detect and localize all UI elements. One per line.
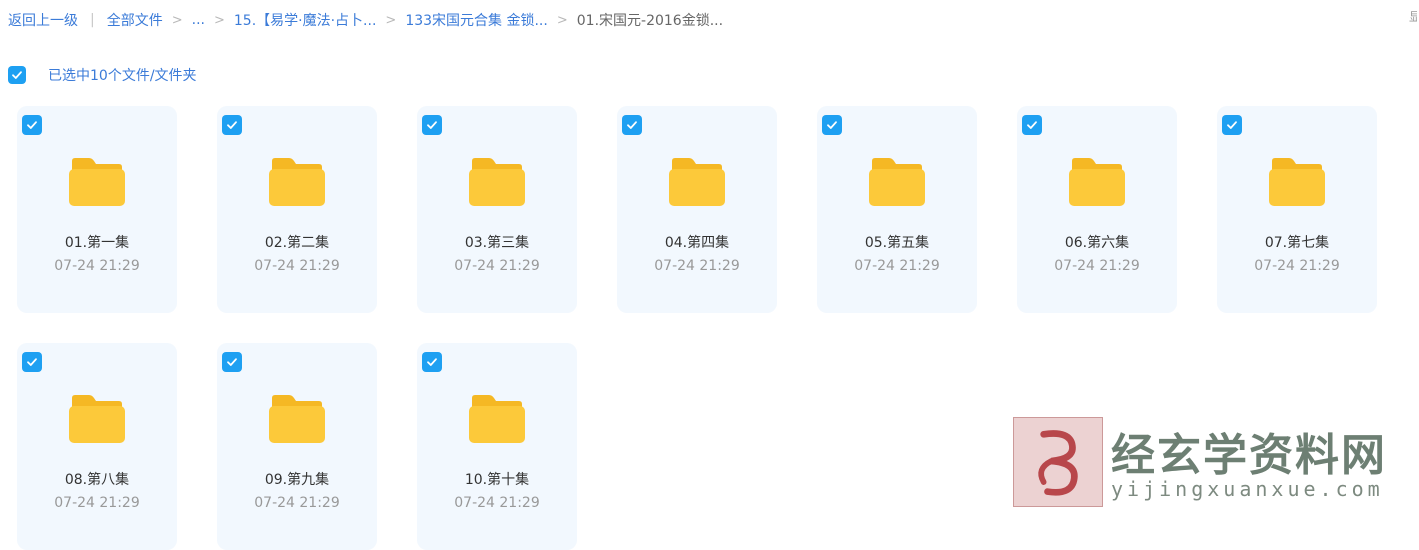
folder-icon [869,158,925,206]
breadcrumb-all-files[interactable]: 全部文件 [107,10,163,30]
folder-date: 07-24 21:29 [454,495,540,511]
folder-card[interactable]: 08.第八集 07-24 21:29 [17,343,177,550]
breadcrumb-ellipsis[interactable]: ... [192,12,205,28]
check-icon [12,71,22,79]
folder-icon [469,395,525,443]
folder-date: 07-24 21:29 [54,258,140,274]
folder-name[interactable]: 07.第七集 [1217,232,1377,252]
folder-name[interactable]: 09.第九集 [217,469,377,489]
chevron-right-icon: > [213,12,225,28]
folder-date: 07-24 21:29 [1254,258,1340,274]
check-icon [27,358,37,366]
folder-icon [269,158,325,206]
selection-count-label: 已选中10个文件/文件夹 [48,68,197,84]
watermark-title: 经玄学资料网 [1111,430,1387,481]
breadcrumb-current: 01.宋国元-2016金锁... [576,13,724,29]
folder-icon [69,158,125,206]
folder-card[interactable]: 10.第十集 07-24 21:29 [417,343,577,550]
watermark: 经玄学资料网 yijingxuanxue.com [1013,417,1403,507]
folder-icon [69,395,125,443]
selection-bar: 已选中10个文件/文件夹 [8,64,197,86]
folder-card[interactable]: 07.第七集 07-24 21:29 [1217,106,1377,313]
folder-name[interactable]: 06.第六集 [1017,232,1177,252]
breadcrumb-level1[interactable]: 15.【易学·魔法·占卜... [234,10,377,30]
select-all-checkbox[interactable] [8,66,26,84]
yi-seal-icon [1038,430,1078,496]
folder-name[interactable]: 01.第一集 [17,232,177,252]
folder-icon [1269,158,1325,206]
folder-checkbox[interactable] [422,115,442,135]
check-icon [227,358,237,366]
folder-card[interactable]: 03.第三集 07-24 21:29 [417,106,577,313]
watermark-url: yijingxuanxue.com [1111,477,1384,501]
check-icon [1027,121,1037,129]
folder-checkbox[interactable] [1222,115,1242,135]
folder-icon [269,395,325,443]
folder-name[interactable]: 08.第八集 [17,469,177,489]
breadcrumb-level2[interactable]: 133宋国元合集 金锁... [405,10,548,30]
folder-checkbox[interactable] [22,115,42,135]
folder-date: 07-24 21:29 [854,258,940,274]
folder-date: 07-24 21:29 [454,258,540,274]
folder-icon [669,158,725,206]
folder-name[interactable]: 03.第三集 [417,232,577,252]
check-icon [1227,121,1237,129]
folder-checkbox[interactable] [1022,115,1042,135]
check-icon [627,121,637,129]
folder-date: 07-24 21:29 [254,258,340,274]
folder-name[interactable]: 02.第二集 [217,232,377,252]
check-icon [427,121,437,129]
folder-card[interactable]: 04.第四集 07-24 21:29 [617,106,777,313]
folder-card[interactable]: 09.第九集 07-24 21:29 [217,343,377,550]
folder-checkbox[interactable] [822,115,842,135]
folder-checkbox[interactable] [422,352,442,372]
chevron-right-icon: > [385,12,397,28]
folder-date: 07-24 21:29 [254,495,340,511]
watermark-logo [1013,417,1103,507]
folder-name[interactable]: 05.第五集 [817,232,977,252]
check-icon [427,358,437,366]
folder-date: 07-24 21:29 [654,258,740,274]
chevron-right-icon: > [171,12,183,28]
folder-checkbox[interactable] [222,352,242,372]
chevron-right-icon: > [556,12,568,28]
folder-checkbox[interactable] [222,115,242,135]
folder-name[interactable]: 04.第四集 [617,232,777,252]
check-icon [227,121,237,129]
folder-card[interactable]: 05.第五集 07-24 21:29 [817,106,977,313]
edge-clipped-icon: 显 [1409,10,1417,24]
back-link[interactable]: 返回上一级 [8,10,78,30]
folder-card[interactable]: 06.第六集 07-24 21:29 [1017,106,1177,313]
folder-date: 07-24 21:29 [1054,258,1140,274]
breadcrumb: 返回上一级 | 全部文件 > ... > 15.【易学·魔法·占卜... > 1… [8,10,723,30]
folder-icon [1069,158,1125,206]
folder-checkbox[interactable] [22,352,42,372]
folder-card[interactable]: 01.第一集 07-24 21:29 [17,106,177,313]
folder-icon [469,158,525,206]
breadcrumb-divider: | [90,12,95,28]
folder-checkbox[interactable] [622,115,642,135]
folder-card[interactable]: 02.第二集 07-24 21:29 [217,106,377,313]
folder-date: 07-24 21:29 [54,495,140,511]
check-icon [827,121,837,129]
folder-name[interactable]: 10.第十集 [417,469,577,489]
check-icon [27,121,37,129]
